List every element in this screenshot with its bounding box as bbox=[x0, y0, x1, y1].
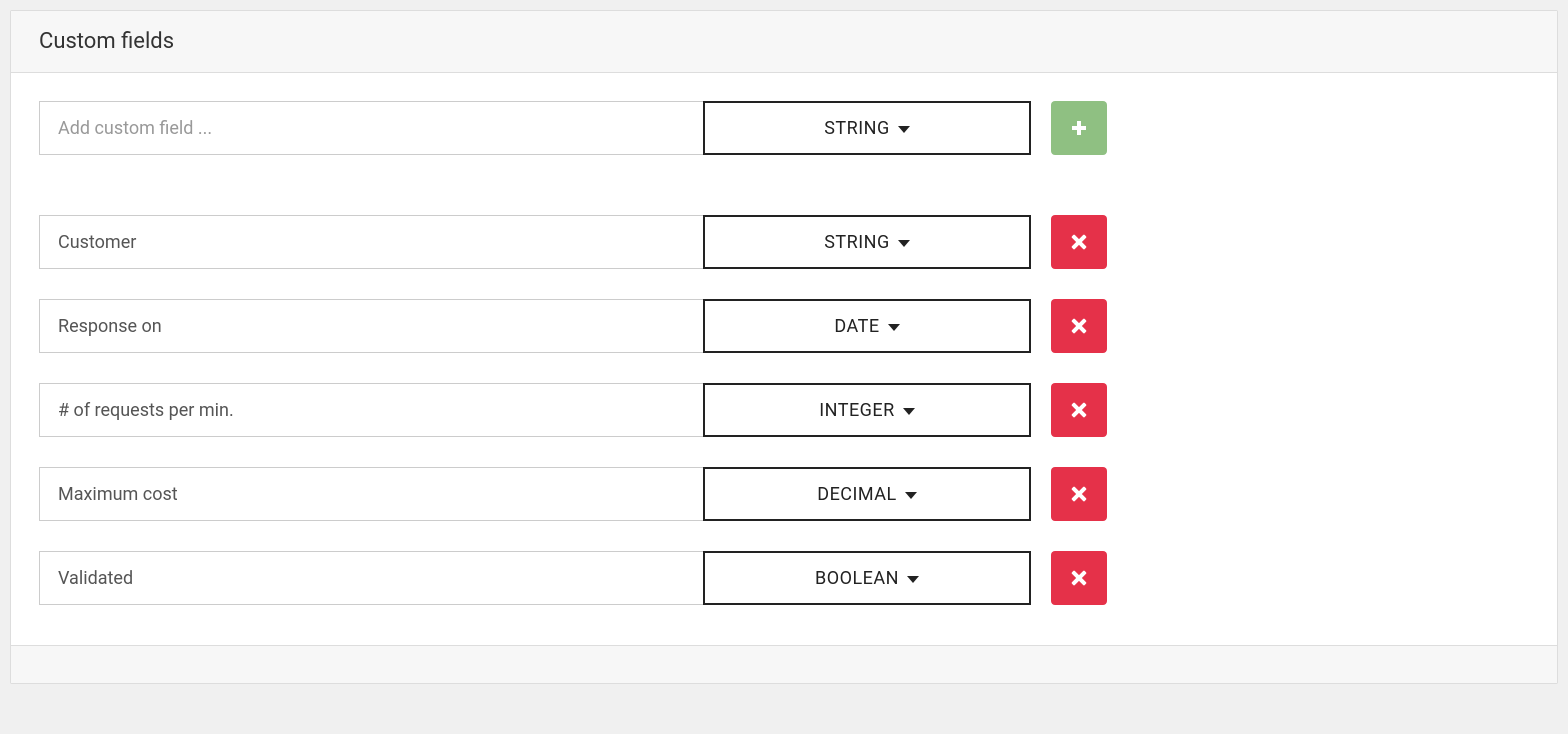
close-icon bbox=[1071, 318, 1087, 334]
remove-field-button[interactable] bbox=[1051, 467, 1107, 521]
type-select-label: DATE bbox=[834, 316, 879, 337]
field-type-select[interactable]: BOOLEAN bbox=[703, 551, 1031, 605]
panel-body: STRING STRING DATE INTEGER DECIMAL BOOLEAN bbox=[11, 73, 1557, 645]
panel-header: Custom fields bbox=[11, 11, 1557, 73]
field-name-input[interactable] bbox=[39, 467, 704, 521]
type-select-label: BOOLEAN bbox=[815, 568, 899, 589]
type-select-label: DECIMAL bbox=[817, 484, 896, 505]
type-select-label: INTEGER bbox=[819, 400, 895, 421]
add-field-type-select[interactable]: STRING bbox=[703, 101, 1031, 155]
caret-down-icon bbox=[907, 576, 919, 583]
field-row: STRING bbox=[39, 215, 1529, 269]
custom-fields-panel: Custom fields STRING STRING DATE INTEGER DE… bbox=[10, 10, 1558, 684]
field-type-select[interactable]: DECIMAL bbox=[703, 467, 1031, 521]
field-name-input[interactable] bbox=[39, 383, 704, 437]
caret-down-icon bbox=[898, 240, 910, 247]
caret-down-icon bbox=[898, 126, 910, 133]
field-type-select[interactable]: STRING bbox=[703, 215, 1031, 269]
caret-down-icon bbox=[903, 408, 915, 415]
field-row: INTEGER bbox=[39, 383, 1529, 437]
add-field-name-input[interactable] bbox=[39, 101, 704, 155]
field-row: BOOLEAN bbox=[39, 551, 1529, 605]
close-icon bbox=[1071, 486, 1087, 502]
field-row: DATE bbox=[39, 299, 1529, 353]
close-icon bbox=[1071, 570, 1087, 586]
add-field-row: STRING bbox=[39, 101, 1529, 155]
caret-down-icon bbox=[905, 492, 917, 499]
fields-list: STRING DATE INTEGER DECIMAL BOOLEAN bbox=[39, 215, 1529, 605]
field-name-input[interactable] bbox=[39, 215, 704, 269]
close-icon bbox=[1071, 402, 1087, 418]
field-name-input[interactable] bbox=[39, 299, 704, 353]
close-icon bbox=[1071, 234, 1087, 250]
remove-field-button[interactable] bbox=[1051, 383, 1107, 437]
remove-field-button[interactable] bbox=[1051, 551, 1107, 605]
remove-field-button[interactable] bbox=[1051, 299, 1107, 353]
panel-title: Custom fields bbox=[39, 29, 1529, 54]
add-field-button[interactable] bbox=[1051, 101, 1107, 155]
type-select-label: STRING bbox=[824, 232, 890, 253]
field-type-select[interactable]: INTEGER bbox=[703, 383, 1031, 437]
panel-footer bbox=[11, 645, 1557, 683]
remove-field-button[interactable] bbox=[1051, 215, 1107, 269]
plus-icon bbox=[1072, 121, 1086, 135]
field-row: DECIMAL bbox=[39, 467, 1529, 521]
caret-down-icon bbox=[888, 324, 900, 331]
type-select-label: STRING bbox=[824, 118, 890, 139]
field-name-input[interactable] bbox=[39, 551, 704, 605]
field-type-select[interactable]: DATE bbox=[703, 299, 1031, 353]
